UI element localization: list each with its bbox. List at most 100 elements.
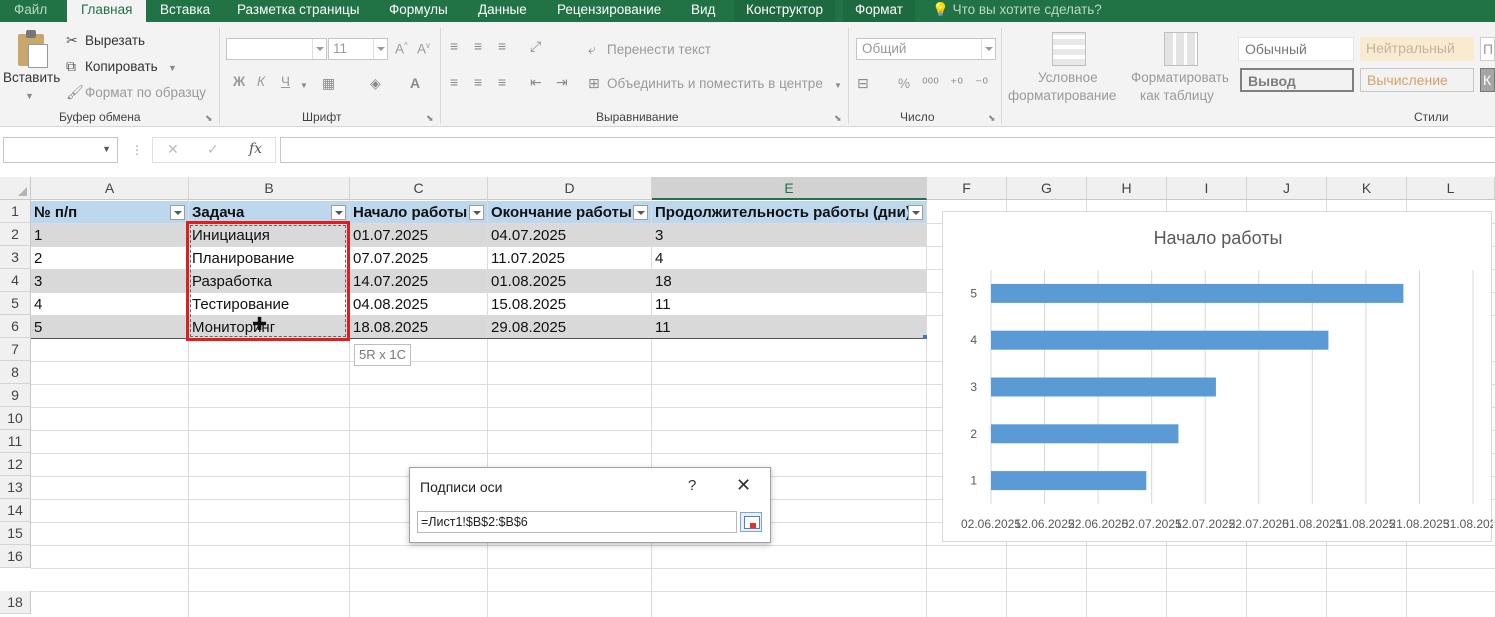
table-cell[interactable]: 2: [34, 247, 42, 270]
row-header-1[interactable]: 1: [0, 200, 31, 223]
number-launcher-icon[interactable]: ⬊: [988, 110, 996, 126]
format-painter-icon[interactable]: 🖌: [66, 84, 84, 100]
collapse-dialog-icon[interactable]: [740, 512, 762, 532]
filter-button-b[interactable]: [331, 205, 346, 220]
paste-icon[interactable]: [14, 30, 50, 70]
clipboard-launcher-icon[interactable]: ⬊: [205, 110, 213, 126]
number-format-dropdown[interactable]: Общий: [856, 38, 996, 60]
align-top-icon[interactable]: ≡: [450, 38, 458, 54]
table-cell[interactable]: 4: [34, 293, 42, 316]
format-painter-button[interactable]: Формат по образцу: [85, 85, 206, 100]
table-cell[interactable]: 04.07.2025: [491, 224, 566, 247]
table-cell[interactable]: 29.08.2025: [491, 316, 566, 339]
table-cell[interactable]: 15.08.2025: [491, 293, 566, 316]
shrink-font-icon[interactable]: Av: [417, 41, 430, 57]
tab-formulas[interactable]: Формулы: [389, 0, 448, 22]
style-cut-1[interactable]: П: [1480, 37, 1495, 61]
style-calculation[interactable]: Вычисление: [1360, 68, 1474, 92]
italic-button[interactable]: К: [257, 74, 265, 89]
row-header-14[interactable]: 14: [0, 499, 31, 522]
table-cell[interactable]: 18.08.2025: [353, 316, 428, 339]
format-as-table-icon[interactable]: [1164, 32, 1198, 66]
select-all-corner[interactable]: [0, 177, 31, 200]
close-icon[interactable]: ✕: [736, 475, 751, 496]
help-icon[interactable]: ?: [688, 477, 696, 494]
table-cell[interactable]: 1: [34, 224, 42, 247]
name-box[interactable]: ▼: [3, 137, 118, 163]
column-header-f[interactable]: F: [927, 177, 1007, 200]
table-cell[interactable]: 3: [34, 270, 42, 293]
tab-format[interactable]: Формат: [843, 0, 915, 22]
cut-button[interactable]: Вырезать: [85, 33, 145, 48]
axis-range-input[interactable]: =Лист1!$B$2:$B$6: [417, 511, 737, 533]
column-header-d[interactable]: D: [488, 177, 652, 200]
wrap-text-button[interactable]: Перенести текст: [607, 42, 711, 57]
conditional-formatting-label-2[interactable]: форматирование: [1008, 88, 1116, 103]
column-header-b[interactable]: B: [189, 177, 350, 200]
increase-decimal-icon[interactable]: ⁺⁰: [950, 75, 963, 91]
decrease-indent-icon[interactable]: ⇤: [530, 74, 542, 90]
borders-icon[interactable]: ▦: [322, 75, 335, 91]
row-header-13[interactable]: 13: [0, 476, 31, 499]
align-middle-icon[interactable]: ≡: [474, 38, 482, 54]
column-header-j[interactable]: J: [1247, 177, 1327, 200]
tab-view[interactable]: Вид: [691, 0, 715, 22]
grow-font-icon[interactable]: A^: [395, 41, 408, 57]
filter-button-c[interactable]: [469, 205, 484, 220]
copy-button[interactable]: Копировать: [85, 59, 158, 74]
filter-button-e[interactable]: [908, 205, 923, 220]
gantt-chart[interactable]: Начало работы 02.06.2025 12.06.2025 22.06.2…: [942, 211, 1493, 542]
percent-button[interactable]: %: [898, 76, 910, 91]
currency-icon[interactable]: ⊟: [857, 75, 869, 91]
tab-design[interactable]: Конструктор: [734, 0, 835, 22]
style-normal[interactable]: Обычный: [1238, 37, 1354, 61]
style-neutral[interactable]: Нейтральный: [1360, 37, 1474, 61]
table-cell[interactable]: 4: [655, 247, 663, 270]
header-cell-number[interactable]: № п/п: [34, 201, 77, 224]
align-right-icon[interactable]: ≡: [498, 74, 506, 90]
enter-icon[interactable]: ✓: [207, 141, 219, 158]
style-cut-2[interactable]: К: [1480, 68, 1495, 92]
table-resize-handle[interactable]: [923, 335, 927, 339]
decrease-decimal-icon[interactable]: ⁻⁰: [975, 75, 988, 91]
column-header-l[interactable]: L: [1407, 177, 1495, 200]
name-box-dropdown-icon[interactable]: ▼: [102, 144, 111, 154]
font-name-dropdown[interactable]: [226, 38, 327, 60]
conditional-formatting-button[interactable]: Условное: [1038, 70, 1098, 85]
row-header-6[interactable]: 6: [0, 315, 31, 338]
align-left-icon[interactable]: ≡: [450, 74, 458, 90]
align-center-icon[interactable]: ≡: [474, 74, 482, 90]
header-cell-duration[interactable]: Продолжительность работы (дни): [655, 201, 911, 224]
row-header-11[interactable]: 11: [0, 430, 31, 453]
column-header-c[interactable]: C: [350, 177, 488, 200]
tell-me-box[interactable]: 💡 Что вы хотите сделать?: [932, 0, 1102, 22]
copy-icon[interactable]: ⧉: [66, 58, 76, 74]
tab-review[interactable]: Рецензирование: [557, 0, 661, 22]
header-cell-start[interactable]: Начало работы: [353, 201, 467, 224]
table-cell[interactable]: 5: [34, 316, 42, 339]
row-header-9[interactable]: 9: [0, 384, 31, 407]
paste-dropdown-icon[interactable]: ▼: [25, 88, 34, 104]
font-color-icon[interactable]: A: [410, 75, 420, 91]
copy-dropdown-icon[interactable]: ▼: [168, 60, 177, 76]
column-header-a[interactable]: A: [31, 177, 189, 200]
table-cell[interactable]: 3: [655, 224, 663, 247]
table-cell[interactable]: 14.07.2025: [353, 270, 428, 293]
column-header-k[interactable]: K: [1327, 177, 1407, 200]
filter-button-d[interactable]: [633, 205, 648, 220]
row-header-5[interactable]: 5: [0, 292, 31, 315]
row-header-2[interactable]: 2: [0, 223, 31, 246]
table-cell[interactable]: 01.07.2025: [353, 224, 428, 247]
row-header-18[interactable]: 18: [0, 591, 31, 614]
orientation-icon[interactable]: ⤢: [530, 38, 541, 54]
paste-button[interactable]: Вставить: [3, 70, 60, 85]
tab-file[interactable]: Файл: [14, 0, 47, 22]
underline-dropdown-icon[interactable]: ▼: [300, 78, 308, 94]
fill-color-icon[interactable]: ◈: [370, 75, 381, 91]
row-header-7[interactable]: 7: [0, 338, 31, 361]
table-cell[interactable]: 07.07.2025: [353, 247, 428, 270]
table-cell[interactable]: 01.08.2025: [491, 270, 566, 293]
filter-button-a[interactable]: [170, 205, 185, 220]
conditional-formatting-icon[interactable]: [1052, 32, 1086, 66]
table-cell[interactable]: 11: [655, 293, 671, 316]
